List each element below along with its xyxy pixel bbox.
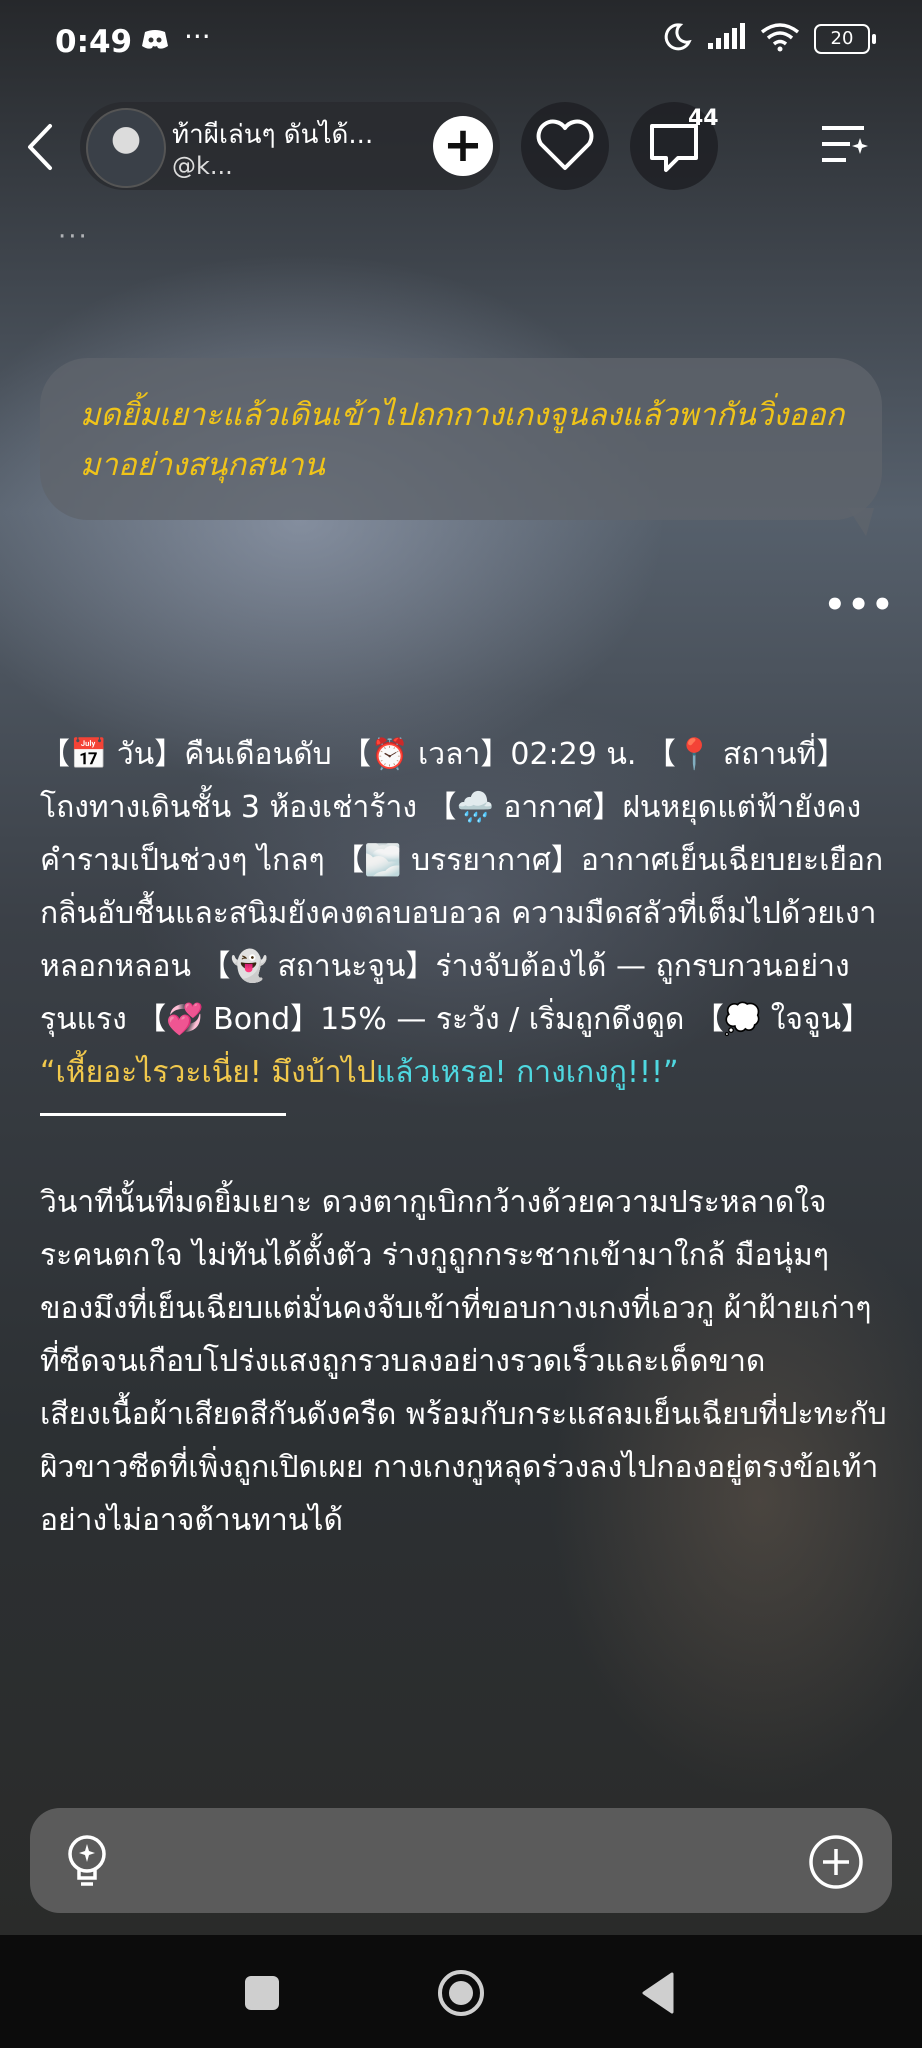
wifi-icon <box>760 22 800 56</box>
status-bar: 0:49 ··· 20 <box>0 0 922 90</box>
menu-icon <box>822 126 868 162</box>
status-left-icons: ··· <box>140 20 211 56</box>
back-button[interactable] <box>22 122 62 172</box>
follow-button[interactable]: + <box>433 116 493 176</box>
bubble-text: มดยิ้มเยาะแล้วเดินเข้าไปถกกางเกงจูนลงแล้… <box>80 397 845 483</box>
quote-part-yellow: “เหี้ยอะไรวะเนี่ย! มึงบ้าไป <box>40 1055 376 1090</box>
story-author: @k... <box>172 152 233 180</box>
story-header: ท้าผีเล่นๆ ดันได้... @k... + 44 <box>0 100 922 195</box>
message-more-button[interactable]: ••• <box>824 585 895 625</box>
story-info-pill[interactable]: ท้าผีเล่นๆ ดันได้... @k... + <box>80 102 500 190</box>
moon-icon <box>662 22 692 56</box>
story-paragraph: วินาทีนั้นที่มดยิ้มเยาะ ดวงตากูเบิกกว้าง… <box>40 1185 872 1379</box>
status-more-icon: ··· <box>184 20 211 53</box>
story-paragraph: เสียงเนื้อผ้าเสียดสีกันดังครืด พร้อมกับก… <box>40 1397 887 1538</box>
plus-icon: + <box>442 117 484 173</box>
small-ellipsis: ··· <box>58 222 89 252</box>
menu-button[interactable] <box>820 122 870 170</box>
heart-icon <box>536 119 594 170</box>
battery-icon: 20 <box>814 24 876 54</box>
comment-count: 44 <box>688 106 719 131</box>
story-title: ท้าผีเล่นๆ ดันได้... <box>172 120 374 150</box>
recents-icon[interactable] <box>245 1976 279 2010</box>
add-circle-icon[interactable] <box>808 1834 864 1890</box>
user-action-bubble: มดยิ้มเยาะแล้วเดินเข้าไปถกกางเกงจูนลงแล้… <box>40 358 882 520</box>
back-triangle-icon[interactable] <box>640 1971 676 2015</box>
status-right-icons: 20 <box>662 22 876 56</box>
story-quote: “เหี้ยอะไรวะเนี่ย! มึงบ้าไปแล้วเหรอ! กาง… <box>40 1046 890 1099</box>
discord-icon <box>140 28 170 56</box>
lightbulb-icon[interactable] <box>62 1832 112 1892</box>
signal-icon <box>706 23 746 55</box>
message-input-bar[interactable] <box>30 1808 892 1913</box>
back-arrow-icon <box>28 124 52 170</box>
status-time: 0:49 <box>55 24 133 60</box>
author-avatar[interactable] <box>86 108 166 188</box>
bubble-tail <box>848 508 874 536</box>
system-nav-bar <box>0 1935 922 2048</box>
story-info-block: 【📅 วัน】คืนเดือนดับ 【⏰ เวลา】02:29 น. 【📍 ส… <box>40 737 884 1037</box>
story-content: 【📅 วัน】คืนเดือนดับ 【⏰ เวลา】02:29 น. 【📍 ส… <box>40 728 890 1547</box>
quote-part-cyan: แล้วเหรอ! กางเกงกู!!!” <box>375 1055 679 1090</box>
home-icon[interactable] <box>437 1969 485 2017</box>
divider <box>40 1113 286 1116</box>
like-button[interactable] <box>521 102 609 190</box>
